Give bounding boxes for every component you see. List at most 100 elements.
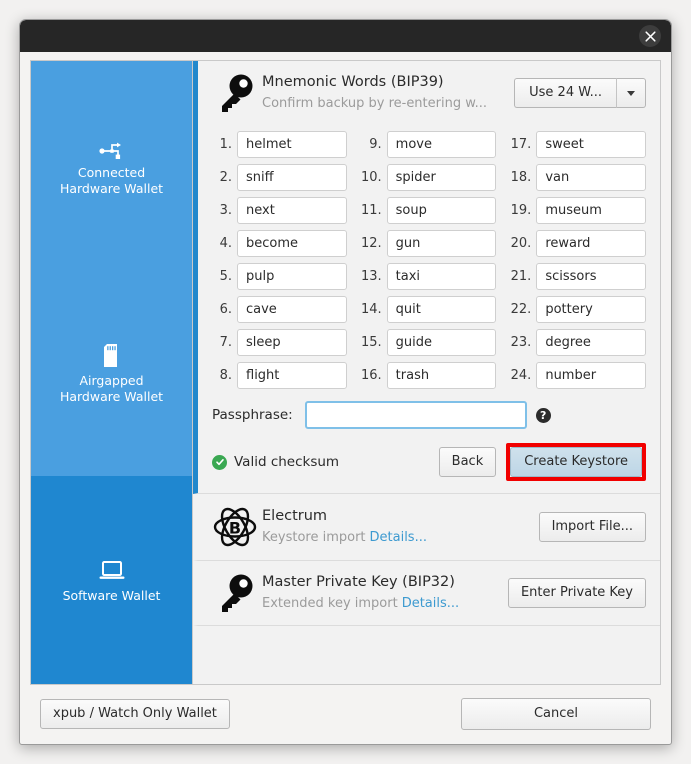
word-count-button[interactable]: Use 24 W... [514,78,617,108]
help-icon[interactable]: ? [535,407,551,423]
wallet-type-sidebar: Connected Hardware Wallet Airgapped Hard… [30,60,192,685]
sidebar-item-label-2: Hardware Wallet [59,180,164,196]
section-mnemonic-words: Mnemonic Words (BIP39) Confirm backup by… [193,61,660,494]
electrum-action: Import File... [529,512,646,542]
electrum-section-header[interactable]: B Electrum Keystore import Details... Imp… [198,494,660,560]
mnemonic-word-grid: 1. 9. 17. 2. 10. 18. 3. [208,131,646,389]
word-input-22[interactable] [536,296,646,323]
masterkey-subtitle-text: Extended key import [262,596,398,611]
sidebar-item-connected-hardware-wallet[interactable]: Connected Hardware Wallet [31,61,192,269]
word-input-9[interactable] [386,131,497,158]
content-row: Connected Hardware Wallet Airgapped Hard… [30,60,661,685]
word-input-11[interactable] [386,197,497,224]
word-input-2[interactable] [237,164,347,191]
word-number: 8. [219,368,232,383]
masterkey-section-text: Master Private Key (BIP32) Extended key … [262,573,498,613]
svg-text:B: B [229,519,241,538]
section-electrum[interactable]: B Electrum Keystore import Details... Imp… [193,494,660,561]
mnemonic-action-row: Valid checksum Back Create Keystore [208,443,646,481]
word-input-20[interactable] [536,230,646,257]
masterkey-title: Master Private Key (BIP32) [262,574,455,590]
create-keystore-highlight: Create Keystore [506,443,646,481]
electrum-subtitle: Keystore import Details... [262,528,529,547]
close-icon [644,30,656,42]
word-number: 16. [360,368,382,383]
mnemonic-word-entry: 1. 9. 17. 2. 10. 18. 3. [198,125,660,493]
sidebar-item-label: Airgapped [79,372,144,388]
word-number: 14. [360,302,382,317]
dialog-footer: xpub / Watch Only Wallet Cancel [30,685,661,744]
word-number: 13. [360,269,382,284]
section-master-private-key[interactable]: Master Private Key (BIP32) Extended key … [193,561,660,626]
mnemonic-section-text: Mnemonic Words (BIP39) Confirm backup by… [262,73,504,113]
mnemonic-section-header[interactable]: Mnemonic Words (BIP39) Confirm backup by… [198,61,660,125]
word-input-4[interactable] [237,230,347,257]
word-number: 20. [510,236,532,251]
word-input-6[interactable] [237,296,347,323]
word-input-1[interactable] [237,131,347,158]
word-number: 4. [219,236,232,251]
electrum-title: Electrum [262,508,328,524]
title-bar [20,20,671,52]
masterkey-details-link[interactable]: Details... [402,596,459,611]
word-input-8[interactable] [237,362,347,389]
sidebar-item-airgapped-hardware-wallet[interactable]: Airgapped Hardware Wallet [31,269,192,477]
word-input-12[interactable] [386,230,497,257]
passphrase-row: Passphrase: ? [208,401,646,429]
word-number: 17. [510,137,532,152]
sidebar-item-label-2: Hardware Wallet [59,388,164,404]
masterkey-action: Enter Private Key [498,578,646,608]
word-input-16[interactable] [386,362,497,389]
masterkey-subtitle: Extended key import Details... [262,594,498,613]
passphrase-label: Passphrase: [212,407,293,423]
masterkey-section-header[interactable]: Master Private Key (BIP32) Extended key … [198,561,660,625]
word-number: 5. [219,269,232,284]
sidebar-item-software-wallet[interactable]: Software Wallet [31,476,192,684]
word-input-21[interactable] [536,263,646,290]
cancel-button[interactable]: Cancel [461,698,651,730]
word-input-18[interactable] [536,164,646,191]
word-number: 9. [369,137,382,152]
word-number: 12. [360,236,382,251]
word-number: 22. [510,302,532,317]
sidebar-item-label: Connected [77,164,146,180]
word-count-split-button: Use 24 W... [504,78,646,108]
word-input-10[interactable] [386,164,497,191]
word-number: 1. [219,137,232,152]
sdcard-icon [103,341,121,367]
word-input-24[interactable] [536,362,646,389]
mnemonic-subtitle: Confirm backup by re-entering w... [262,96,488,111]
word-number: 24. [510,368,532,383]
create-keystore-button[interactable]: Create Keystore [510,447,642,477]
word-number: 15. [360,335,382,350]
wallet-dialog-window: Connected Hardware Wallet Airgapped Hard… [19,19,672,745]
word-input-19[interactable] [536,197,646,224]
import-file-button[interactable]: Import File... [538,512,646,542]
xpub-watch-only-wallet-button[interactable]: xpub / Watch Only Wallet [40,699,230,729]
laptop-icon [98,556,126,582]
word-input-23[interactable] [536,329,646,356]
passphrase-input[interactable] [304,401,527,429]
electrum-atom-icon: B [208,504,262,550]
mnemonic-title: Mnemonic Words (BIP39) [262,74,444,90]
checksum-status: Valid checksum [212,454,339,470]
dialog-body: Connected Hardware Wallet Airgapped Hard… [20,52,671,744]
key-icon [208,571,262,615]
enter-private-key-button[interactable]: Enter Private Key [507,578,646,608]
word-input-7[interactable] [237,329,347,356]
word-number: 2. [219,170,232,185]
word-input-17[interactable] [536,131,646,158]
electrum-details-link[interactable]: Details... [370,530,427,545]
word-number: 21. [510,269,532,284]
back-button[interactable]: Back [438,447,497,477]
word-input-13[interactable] [386,263,497,290]
keystore-options-panel: Mnemonic Words (BIP39) Confirm backup by… [192,60,661,685]
word-input-5[interactable] [237,263,347,290]
close-button[interactable] [639,25,661,47]
word-count-dropdown-button[interactable] [617,78,646,108]
key-icon [208,71,262,115]
word-input-3[interactable] [237,197,347,224]
word-number: 23. [510,335,532,350]
word-input-14[interactable] [386,296,497,323]
word-input-15[interactable] [386,329,497,356]
